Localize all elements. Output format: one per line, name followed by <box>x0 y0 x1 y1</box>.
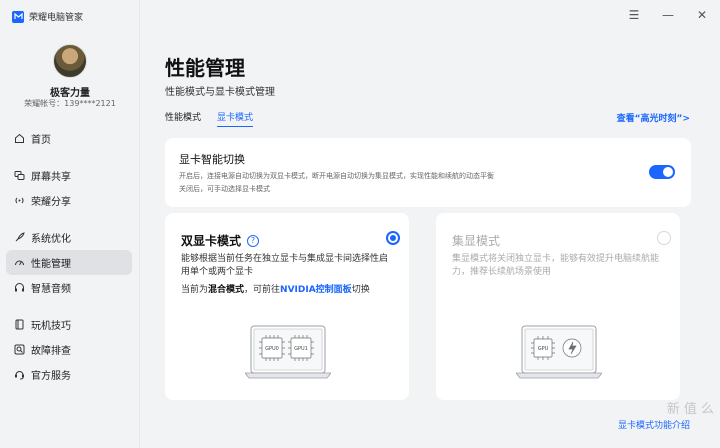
performance-gauge-icon <box>14 257 25 268</box>
dual-gpu-mode-desc: 能够根据当前任务在独立显卡与集成显卡间选择性启用单个或两个显卡 <box>181 254 389 277</box>
main-content: 性能管理 性能模式与显卡模式管理 性能模式 显卡模式 查看“高光时刻”> 显卡智… <box>141 0 720 448</box>
sidebar-item-label: 荣耀分享 <box>31 197 71 208</box>
sidebar-item-screen-share[interactable]: 屏幕共享 <box>6 163 132 188</box>
dual-gpu-laptop-illustration: GPU0 GPU1 <box>244 324 332 384</box>
watermark: 新 值 么 <box>666 402 714 417</box>
sidebar-item-label: 系统优化 <box>31 234 71 245</box>
sidebar-item-label: 屏幕共享 <box>31 172 71 183</box>
gpu-smart-switch-toggle[interactable] <box>649 165 675 179</box>
sidebar-item-official-service[interactable]: 官方服务 <box>6 362 132 387</box>
current-mode-value: 混合模式 <box>208 285 245 295</box>
user-name: 极客力量 <box>50 88 90 99</box>
rocket-icon <box>14 232 25 243</box>
tab-gpu-mode[interactable]: 显卡模式 <box>217 110 254 127</box>
igpu-laptop-illustration: GPU <box>515 324 603 384</box>
minimize-icon[interactable]: — <box>662 8 674 22</box>
dual-gpu-mode-radio[interactable] <box>386 231 400 245</box>
menu-icon[interactable]: ☰ <box>628 8 640 22</box>
sidebar-item-label: 故障排查 <box>31 346 71 357</box>
gpu-mode-intro-link[interactable]: 显卡模式功能介绍 <box>618 418 690 431</box>
app-name: 荣耀电脑管家 <box>29 13 84 23</box>
igpu-mode-radio[interactable] <box>657 231 671 245</box>
sidebar-item-honor-share[interactable]: 荣耀分享 <box>6 188 132 213</box>
gpu-smart-switch-card: 显卡智能切换 开启后，连接电源自动切换为双显卡模式，断开电源自动切换为集显模式，… <box>165 138 691 207</box>
help-icon[interactable]: ? <box>247 234 260 247</box>
gpu-chip-label: GPU <box>538 346 549 352</box>
tab-performance-mode[interactable]: 性能模式 <box>165 110 201 127</box>
diagnose-icon <box>14 344 25 355</box>
nvidia-control-panel-link[interactable]: NVIDIA控制面板 <box>280 285 352 295</box>
sidebar-nav: 首页 屏幕共享 荣耀分享 系统优化 性能管理 智慧音频 玩机技巧 故障排查 官方… <box>6 126 132 387</box>
sidebar-item-label: 首页 <box>31 135 51 146</box>
dual-gpu-mode-label: 双显卡模式 <box>181 234 242 248</box>
dual-gpu-mode-title: 双显卡模式 ? <box>181 232 260 249</box>
sidebar-item-label: 性能管理 <box>31 259 71 270</box>
page-subtitle: 性能模式与显卡模式管理 <box>165 87 275 98</box>
app-brand: 荣耀电脑管家 <box>12 10 83 23</box>
sidebar: 荣耀电脑管家 极客力量 荣耀帐号：139****2121 首页 屏幕共享 荣耀分… <box>0 0 140 448</box>
tips-book-icon <box>14 319 25 330</box>
mode-tabs: 性能模式 显卡模式 <box>165 110 254 127</box>
gpu0-chip-label: GPU0 <box>265 346 279 352</box>
dual-gpu-mode-card[interactable]: 双显卡模式 ? 能够根据当前任务在独立显卡与集成显卡间选择性启用单个或两个显卡 … <box>165 213 409 400</box>
close-icon[interactable]: ✕ <box>696 8 708 22</box>
sidebar-item-troubleshoot[interactable]: 故障排查 <box>6 337 132 362</box>
wireless-share-icon <box>14 195 25 206</box>
sidebar-item-label: 智慧音频 <box>31 284 71 295</box>
igpu-mode-desc: 集显模式将关闭独立显卡，能够有效提升电脑续航能力，推荐长续航场景使用 <box>452 254 660 277</box>
sidebar-item-performance[interactable]: 性能管理 <box>6 250 132 275</box>
sidebar-item-tips[interactable]: 玩机技巧 <box>6 312 132 337</box>
avatar[interactable] <box>53 44 87 78</box>
sidebar-item-label: 玩机技巧 <box>31 321 71 332</box>
gpu1-chip-label: GPU1 <box>294 346 308 352</box>
headphones-icon <box>14 282 25 293</box>
headset-service-icon <box>14 369 25 380</box>
gpu-switch-desc: 开启后，连接电源自动切换为双显卡模式，断开电源自动切换为集显模式，实现性能和续航… <box>179 172 494 180</box>
user-account: 荣耀帐号：139****2121 <box>24 99 116 108</box>
honor-logo-icon <box>12 10 24 23</box>
home-icon <box>14 133 25 144</box>
sidebar-item-home[interactable]: 首页 <box>6 126 132 151</box>
gpu-switch-title: 显卡智能切换 <box>179 153 245 166</box>
gpu-switch-desc-off: 关闭后，可手动选择显卡模式 <box>179 185 270 193</box>
sidebar-item-system-optimize[interactable]: 系统优化 <box>6 225 132 250</box>
highlight-moments-link[interactable]: 查看“高光时刻”> <box>617 111 690 124</box>
current-mode-text: 当前为混合模式，可前往NVIDIA控制面板切换 <box>181 285 370 295</box>
page-title: 性能管理 <box>165 56 245 80</box>
sidebar-item-label: 官方服务 <box>31 371 71 382</box>
window-controls: ☰ — ✕ <box>628 8 708 22</box>
screen-share-icon <box>14 170 25 181</box>
integrated-gpu-mode-card[interactable]: 集显模式 集显模式将关闭独立显卡，能够有效提升电脑续航能力，推荐长续航场景使用 … <box>436 213 680 400</box>
app-window: 荣耀电脑管家 极客力量 荣耀帐号：139****2121 首页 屏幕共享 荣耀分… <box>0 0 720 448</box>
igpu-mode-title: 集显模式 <box>452 234 501 248</box>
sidebar-item-smart-audio[interactable]: 智慧音频 <box>6 275 132 300</box>
